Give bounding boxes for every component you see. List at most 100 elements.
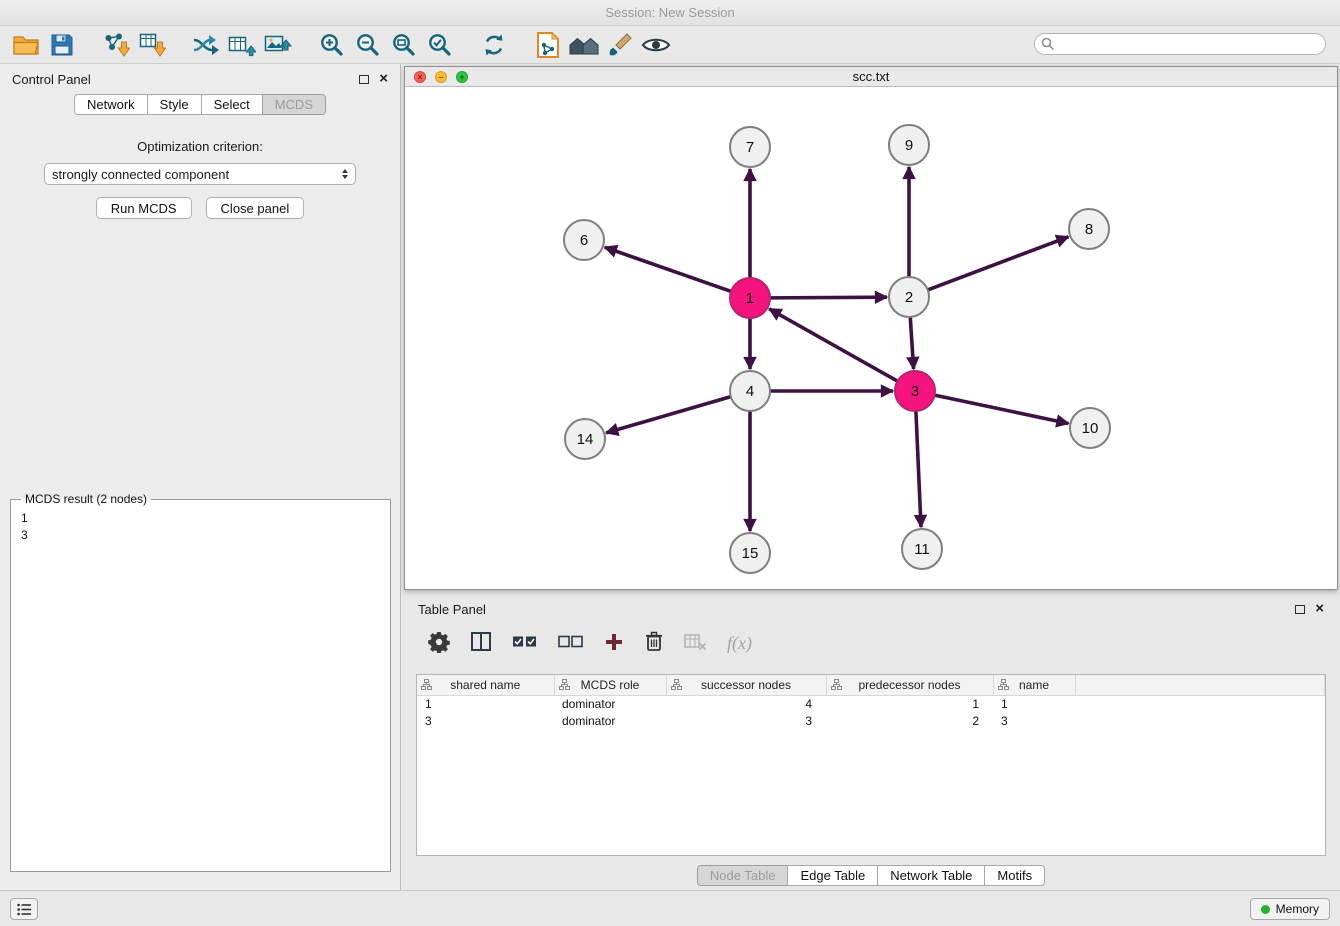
show-columns-icon[interactable] xyxy=(471,632,491,654)
table-toolbar: f(x) xyxy=(404,622,1338,664)
cell-predecessor_nodes[interactable]: 2 xyxy=(826,712,993,729)
search-icon xyxy=(1041,37,1055,51)
cell-mcds_role[interactable]: dominator xyxy=(554,695,666,712)
column-header-shared_name[interactable]: shared name xyxy=(417,675,554,695)
tab-select[interactable]: Select xyxy=(201,94,263,115)
tab-network[interactable]: Network xyxy=(74,94,148,115)
function-builder-icon: f(x) xyxy=(727,633,752,654)
minimize-window-icon[interactable]: – xyxy=(435,71,447,83)
node-10[interactable]: 10 xyxy=(1070,408,1110,448)
close-panel-icon[interactable]: × xyxy=(379,74,388,84)
document-network-icon[interactable] xyxy=(530,28,566,62)
add-column-icon[interactable] xyxy=(604,632,624,655)
window-titlebar: Session: New Session xyxy=(0,0,1340,26)
tab-edge-table[interactable]: Edge Table xyxy=(787,865,878,886)
zoom-in-icon[interactable] xyxy=(314,28,350,62)
tab-style[interactable]: Style xyxy=(147,94,202,115)
edge-2-8[interactable] xyxy=(928,237,1069,290)
node-table: shared nameMCDS rolesuccessor nodesprede… xyxy=(416,674,1326,856)
svg-text:14: 14 xyxy=(577,431,594,448)
column-header-name[interactable]: name xyxy=(993,675,1075,695)
network-window-title: scc.txt xyxy=(853,69,890,84)
cell-name[interactable]: 3 xyxy=(993,712,1075,729)
node-3[interactable]: 3 xyxy=(895,371,935,411)
eye-icon[interactable] xyxy=(638,28,674,62)
task-history-button[interactable] xyxy=(10,898,38,920)
close-table-panel-icon[interactable]: × xyxy=(1315,604,1324,614)
houses-icon[interactable] xyxy=(566,28,602,62)
node-8[interactable]: 8 xyxy=(1069,209,1109,249)
tab-motifs[interactable]: Motifs xyxy=(984,865,1045,886)
edge-1-2[interactable] xyxy=(770,297,887,298)
tab-node-table[interactable]: Node Table xyxy=(697,865,789,886)
tab-network-table[interactable]: Network Table xyxy=(877,865,985,886)
node-1[interactable]: 1 xyxy=(730,278,770,318)
edge-3-11[interactable] xyxy=(916,411,921,527)
cell-predecessor_nodes[interactable]: 1 xyxy=(826,695,993,712)
svg-text:9: 9 xyxy=(905,137,913,154)
style-brush-icon[interactable] xyxy=(602,28,638,62)
close-window-icon[interactable]: × xyxy=(414,71,426,83)
column-header-mcds_role[interactable]: MCDS role xyxy=(554,675,666,695)
node-2[interactable]: 2 xyxy=(889,277,929,317)
delete-icon[interactable] xyxy=(645,631,663,655)
float-panel-icon[interactable] xyxy=(359,75,369,84)
refresh-icon[interactable] xyxy=(476,28,512,62)
deselect-all-icon[interactable] xyxy=(558,635,583,652)
svg-text:4: 4 xyxy=(746,383,754,400)
svg-text:1: 1 xyxy=(746,290,754,307)
zoom-out-icon[interactable] xyxy=(350,28,386,62)
node-11[interactable]: 11 xyxy=(902,529,942,569)
import-network-icon[interactable] xyxy=(98,28,134,62)
network-canvas[interactable]: 7 9 6 8 1 2 4 3 14 10 15 11 xyxy=(405,87,1337,589)
cell-successor_nodes[interactable]: 4 xyxy=(666,695,826,712)
cell-mcds_role[interactable]: dominator xyxy=(554,712,666,729)
table-tabs: Node Table Edge Table Network Table Moti… xyxy=(404,865,1338,886)
column-header-successor_nodes[interactable]: successor nodes xyxy=(666,675,826,695)
cell-shared_name[interactable]: 3 xyxy=(417,712,554,729)
table-row[interactable]: 1dominator411 xyxy=(417,695,1325,712)
table-row[interactable]: 3dominator323 xyxy=(417,712,1325,729)
cell-successor_nodes[interactable]: 3 xyxy=(666,712,826,729)
export-table-icon[interactable] xyxy=(224,28,260,62)
window-title: Session: New Session xyxy=(605,5,734,20)
export-image-icon[interactable] xyxy=(260,28,296,62)
edge-3-10[interactable] xyxy=(935,395,1069,423)
node-4[interactable]: 4 xyxy=(730,371,770,411)
criterion-dropdown[interactable]: strongly connected component xyxy=(44,163,356,185)
maximize-window-icon[interactable]: + xyxy=(456,71,468,83)
edge-1-6[interactable] xyxy=(605,247,731,291)
network-window-titlebar: × – + scc.txt xyxy=(405,67,1337,87)
search-input[interactable] xyxy=(1034,33,1326,55)
zoom-selected-icon[interactable] xyxy=(422,28,458,62)
control-panel: Control Panel × Network Style Select MCD… xyxy=(0,64,401,890)
node-9[interactable]: 9 xyxy=(889,125,929,165)
table-panel: Table Panel × f(x) shared nameMCDS roles… xyxy=(404,596,1338,890)
select-all-icon[interactable] xyxy=(512,635,537,652)
close-panel-button[interactable]: Close panel xyxy=(206,197,305,219)
node-6[interactable]: 6 xyxy=(564,220,604,260)
cell-shared_name[interactable]: 1 xyxy=(417,695,554,712)
open-file-icon[interactable] xyxy=(8,28,44,62)
import-table-icon[interactable] xyxy=(134,28,170,62)
node-15[interactable]: 15 xyxy=(730,533,770,573)
tab-mcds[interactable]: MCDS xyxy=(262,94,326,115)
svg-text:6: 6 xyxy=(580,232,588,249)
column-header-predecessor_nodes[interactable]: predecessor nodes xyxy=(826,675,993,695)
edge-3-1[interactable] xyxy=(769,309,897,381)
cell-name[interactable]: 1 xyxy=(993,695,1075,712)
table-settings-gear-icon[interactable] xyxy=(428,631,450,656)
column-header-filler xyxy=(1075,675,1325,695)
edge-4-14[interactable] xyxy=(606,397,731,433)
export-network-icon[interactable] xyxy=(188,28,224,62)
float-table-panel-icon[interactable] xyxy=(1295,605,1305,614)
memory-button[interactable]: Memory xyxy=(1250,898,1330,920)
run-mcds-button[interactable]: Run MCDS xyxy=(96,197,192,219)
svg-text:11: 11 xyxy=(914,541,930,558)
save-icon[interactable] xyxy=(44,28,80,62)
node-14[interactable]: 14 xyxy=(565,419,605,459)
edge-2-3[interactable] xyxy=(910,317,913,369)
node-7[interactable]: 7 xyxy=(730,127,770,167)
zoom-fit-icon[interactable] xyxy=(386,28,422,62)
optimization-label: Optimization criterion: xyxy=(0,139,400,154)
